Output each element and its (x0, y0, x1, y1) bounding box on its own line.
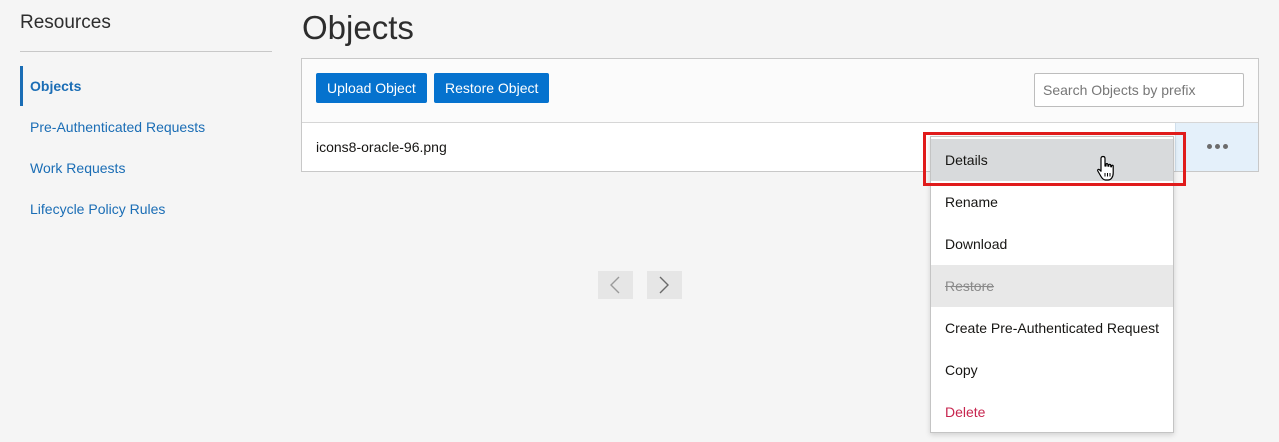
menu-item-details[interactable]: Details (931, 139, 1173, 181)
row-actions-menu: Details Rename Download Restore Create P… (930, 136, 1174, 433)
sidebar-item-objects[interactable]: Objects (20, 66, 272, 106)
sidebar-item-lifecycle-policy-rules[interactable]: Lifecycle Policy Rules (20, 189, 272, 229)
sidebar-divider (20, 51, 272, 52)
sidebar-item-label: Work Requests (30, 160, 126, 176)
sidebar-item-pre-authenticated-requests[interactable]: Pre-Authenticated Requests (20, 107, 272, 147)
sidebar-title: Resources (20, 12, 111, 33)
page-title: Objects (302, 9, 414, 46)
menu-item-label: Rename (945, 194, 998, 210)
hand-pointer-icon (1097, 155, 1114, 181)
menu-item-rename[interactable]: Rename (931, 181, 1173, 223)
sidebar-item-work-requests[interactable]: Work Requests (20, 148, 272, 188)
object-name: icons8-oracle-96.png (316, 139, 447, 155)
search-objects-input[interactable] (1034, 73, 1244, 107)
sidebar-item-label: Pre-Authenticated Requests (30, 119, 206, 135)
ellipsis-icon (1207, 144, 1228, 149)
sidebar-item-label: Lifecycle Policy Rules (30, 201, 166, 217)
menu-item-label: Copy (945, 362, 978, 378)
menu-item-copy[interactable]: Copy (931, 349, 1173, 391)
menu-item-download[interactable]: Download (931, 223, 1173, 265)
menu-item-delete[interactable]: Delete (931, 391, 1173, 433)
menu-item-label: Restore (945, 278, 995, 294)
menu-item-label: Create Pre-Authenticated Request (945, 320, 1160, 336)
objects-toolbar: Upload Object Restore Object (302, 59, 1258, 123)
menu-item-label: Download (945, 236, 1008, 252)
menu-item-label: Delete (945, 404, 986, 420)
previous-page-button[interactable] (598, 271, 633, 299)
next-page-button[interactable] (647, 271, 682, 299)
menu-item-create-pre-authenticated-request[interactable]: Create Pre-Authenticated Request (931, 307, 1173, 349)
chevron-right-icon (659, 276, 669, 294)
row-actions-button[interactable] (1175, 123, 1258, 171)
upload-object-button[interactable]: Upload Object (316, 73, 427, 103)
menu-item-restore: Restore (931, 265, 1173, 307)
menu-item-label: Details (945, 152, 988, 168)
sidebar-item-label: Objects (30, 78, 82, 94)
chevron-left-icon (610, 276, 620, 294)
restore-object-button[interactable]: Restore Object (434, 73, 550, 103)
